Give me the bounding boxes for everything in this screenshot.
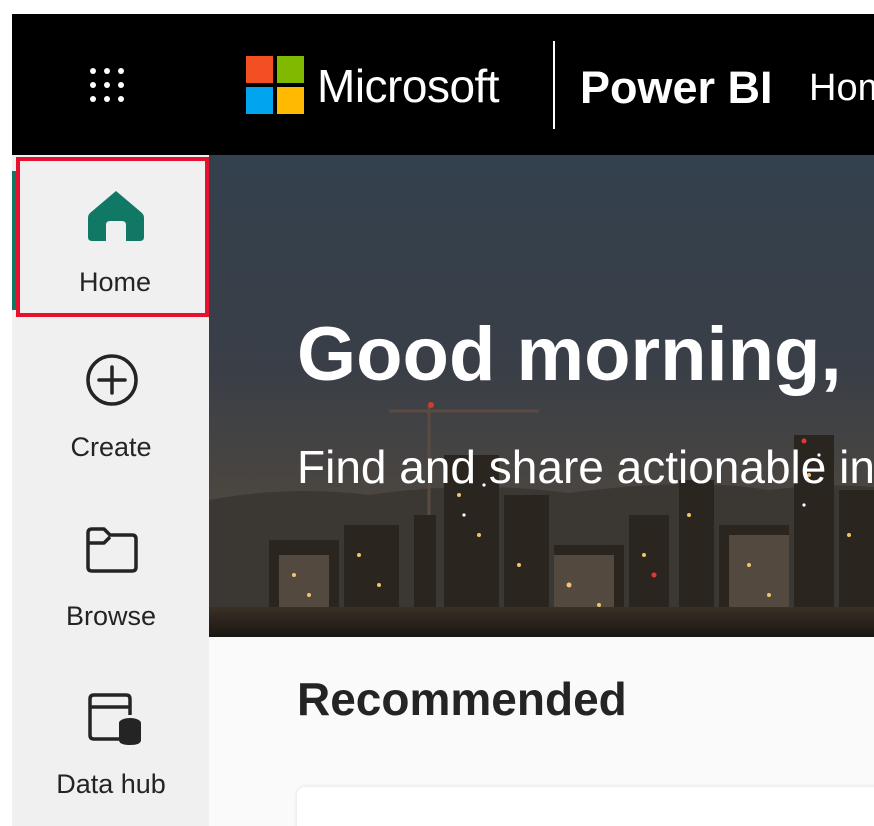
left-nav: Home Create Browse Data hub xyxy=(12,155,209,826)
nav-item-data-hub[interactable]: Data hub xyxy=(16,673,209,826)
main-content: Good morning, Find and share actionable … xyxy=(209,155,874,826)
recommended-heading: Recommended xyxy=(297,673,627,725)
folder-icon xyxy=(80,517,144,581)
data-hub-icon xyxy=(80,685,144,749)
nav-item-label: Create xyxy=(70,432,152,462)
nav-item-label: Browse xyxy=(65,601,157,631)
greeting-heading: Good morning, xyxy=(297,312,842,397)
microsoft-logo-icon xyxy=(246,56,304,114)
hero-subtitle: Find and share actionable insights xyxy=(297,441,874,493)
app-window: Microsoft Power BI Home Home Crea xyxy=(12,14,874,826)
recommended-card[interactable] xyxy=(297,787,874,826)
header-divider xyxy=(553,41,555,129)
app-launcher-icon[interactable] xyxy=(88,66,126,104)
nav-item-label: Data hub xyxy=(56,769,166,799)
nav-item-browse[interactable]: Browse xyxy=(16,505,209,665)
home-icon xyxy=(84,183,148,247)
product-name[interactable]: Power BI xyxy=(580,60,773,116)
nav-item-label: Home xyxy=(78,267,152,297)
hero-banner: Good morning, Find and share actionable … xyxy=(209,155,874,637)
brand-name: Microsoft xyxy=(317,60,500,112)
nav-item-create[interactable]: Create xyxy=(16,336,209,496)
add-circle-icon xyxy=(80,348,144,412)
nav-item-home[interactable]: Home xyxy=(16,157,209,317)
top-header: Microsoft Power BI Home xyxy=(12,14,874,155)
breadcrumb-home[interactable]: Home xyxy=(809,62,874,114)
